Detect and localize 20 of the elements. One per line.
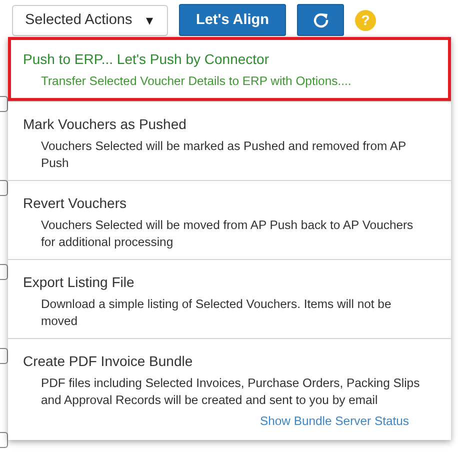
menu-item[interactable]: Mark Vouchers as Pushed Vouchers Selected will be marked as Pushed and removed from AP Push bbox=[8, 101, 451, 180]
refresh-icon bbox=[312, 12, 328, 28]
item-title: Create PDF Invoice Bundle bbox=[23, 353, 194, 369]
item-title: Push to ERP... Let's Push by Connector bbox=[23, 51, 270, 67]
menu-item[interactable]: Create PDF Invoice Bundle PDF files including Selected Invoices, Purchase Orders, Packing Slips and Approval Records will be created and sent to you by email Show Bundle Server Status bbox=[8, 338, 451, 440]
align-button[interactable]: Let's Align bbox=[179, 4, 286, 36]
menu-item[interactable]: Export Listing File Download a simple listing of Selected Vouchers. Items will not be moved bbox=[8, 259, 451, 338]
actions-dropdown[interactable]: Selected Actions ▾ bbox=[12, 4, 168, 36]
item-title: Revert Vouchers bbox=[23, 195, 128, 211]
item-description: Vouchers Selected will be marked as Pushed and removed from AP Push bbox=[40, 138, 407, 172]
item-description: Vouchers Selected will be moved from AP Push back to AP Vouchers for additional processing bbox=[40, 217, 414, 251]
refresh-button[interactable] bbox=[297, 4, 344, 36]
menu-item[interactable]: Push to ERP... Let's Push by Connector Transfer Selected Voucher Details to ERP with Options.... bbox=[8, 37, 451, 101]
item-description: Transfer Selected Voucher Details to ERP with Options.... bbox=[40, 73, 352, 90]
item-description: PDF files including Selected Invoices, Purchase Orders, Packing Slips and Approval Records will be created and sent to you by email bbox=[40, 375, 421, 409]
status-link[interactable]: Show Bundle Server Status bbox=[260, 414, 409, 428]
item-title: Export Listing File bbox=[23, 274, 136, 290]
menu-item[interactable]: Revert Vouchers Vouchers Selected will be moved from AP Push back to AP Vouchers for additional processing bbox=[8, 180, 451, 259]
item-description: Download a simple listing of Selected Vouchers. Items will not be moved bbox=[40, 296, 392, 330]
item-title: Mark Vouchers as Pushed bbox=[23, 116, 188, 132]
